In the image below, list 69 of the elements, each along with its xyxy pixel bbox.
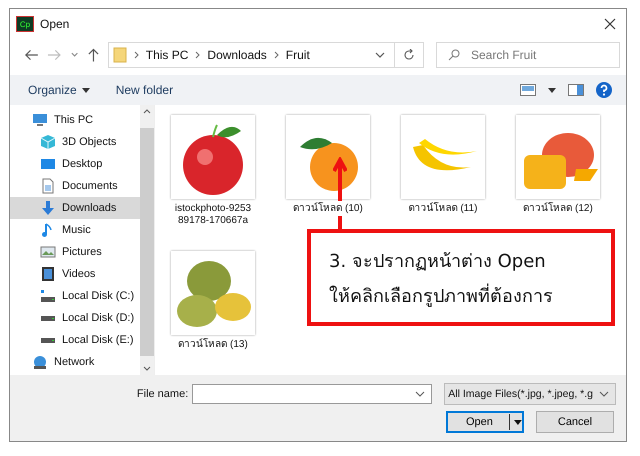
desktop-icon xyxy=(40,156,56,172)
callout-text: 3. จะปรากฏหน้าต่าง Open xyxy=(329,250,547,274)
network-icon xyxy=(32,354,48,370)
search-field[interactable]: Search Fruit xyxy=(436,42,620,68)
file-name: istockphoto-9253 89178-170667a xyxy=(174,203,252,227)
sidebar-item[interactable]: Network xyxy=(10,351,140,373)
organize-button[interactable]: Organize xyxy=(26,81,92,99)
address-bar[interactable]: This PC Downloads Fruit xyxy=(108,42,396,68)
chevron-down-icon[interactable] xyxy=(70,51,79,59)
sidebar-item[interactable]: Local Disk (E:) xyxy=(10,329,140,351)
chevron-right-icon xyxy=(134,51,139,59)
sidebar-item[interactable]: This PC xyxy=(10,109,140,131)
sidebar-item[interactable]: Pictures xyxy=(10,241,140,263)
chevron-right-icon xyxy=(195,51,200,59)
caret-icon xyxy=(82,88,90,92)
cube-icon xyxy=(40,134,56,150)
scroll-up-icon xyxy=(143,109,151,114)
open-button[interactable]: Open xyxy=(446,411,524,433)
close-icon xyxy=(604,18,616,30)
new-folder-button[interactable]: New folder xyxy=(114,81,176,99)
sidebar-item[interactable]: Desktop xyxy=(10,153,140,175)
file-name: ดาวน์โหลด (13) xyxy=(178,339,248,351)
monitor-icon xyxy=(32,112,48,128)
sidebar-item[interactable]: Documents xyxy=(10,175,140,197)
drive-icon xyxy=(41,316,55,320)
breadcrumb[interactable]: This PC xyxy=(146,48,188,62)
sidebar-item[interactable]: Local Disk (C:) xyxy=(10,285,140,307)
back-arrow-icon[interactable] xyxy=(24,48,39,62)
view-icon[interactable] xyxy=(520,84,536,96)
chevron-down-icon xyxy=(415,391,426,397)
help-icon[interactable] xyxy=(596,82,612,98)
caret-icon[interactable] xyxy=(548,88,556,92)
document-icon xyxy=(40,178,56,194)
window-title: Open xyxy=(40,17,70,31)
file-name: ดาวน์โหลด (12) xyxy=(523,203,593,215)
refresh-icon xyxy=(403,49,416,61)
scroll-down-icon xyxy=(143,366,151,371)
down-arrow-icon xyxy=(40,200,56,216)
file-type-dropdown[interactable]: All Image Files(*.jpg, *.jpeg, *.g xyxy=(444,383,616,405)
drive-icon xyxy=(41,290,55,302)
scrollbar[interactable] xyxy=(140,105,154,375)
file-name: ดาวน์โหลด (10) xyxy=(293,203,363,215)
up-arrow-icon[interactable] xyxy=(86,47,100,63)
sidebar-item[interactable]: 3D Objects xyxy=(10,131,140,153)
search-icon xyxy=(448,49,460,61)
sidebar-item[interactable]: Videos xyxy=(10,263,140,285)
arrow-drawing xyxy=(333,157,347,201)
chevron-down-icon xyxy=(599,391,609,397)
folder-icon xyxy=(112,47,127,63)
chevron-down-icon[interactable] xyxy=(374,51,386,59)
callout-text: ให้คลิกเลือกรูปภาพที่ต้องการ xyxy=(329,282,554,309)
sidebar-item[interactable]: Local Disk (D:) xyxy=(10,307,140,329)
app-icon: Cp xyxy=(16,16,34,32)
sidebar-item[interactable]: Music xyxy=(10,219,140,241)
breadcrumb[interactable]: Downloads xyxy=(207,48,267,62)
cancel-button[interactable]: Cancel xyxy=(536,411,614,433)
file-name: ดาวน์โหลด (11) xyxy=(408,203,478,215)
scrollbar-thumb[interactable] xyxy=(140,128,154,356)
picture-icon xyxy=(40,244,56,260)
breadcrumb[interactable]: Fruit xyxy=(286,48,310,62)
file-name-field[interactable] xyxy=(192,384,432,404)
preview-pane-icon[interactable] xyxy=(568,84,584,96)
caret-icon xyxy=(514,420,522,424)
refresh-button[interactable] xyxy=(395,42,424,68)
chevron-right-icon xyxy=(274,51,279,59)
sidebar-item[interactable]: Downloads xyxy=(10,197,140,219)
drive-icon xyxy=(41,338,55,342)
film-icon xyxy=(40,266,56,282)
field-label: File name: xyxy=(136,388,188,400)
